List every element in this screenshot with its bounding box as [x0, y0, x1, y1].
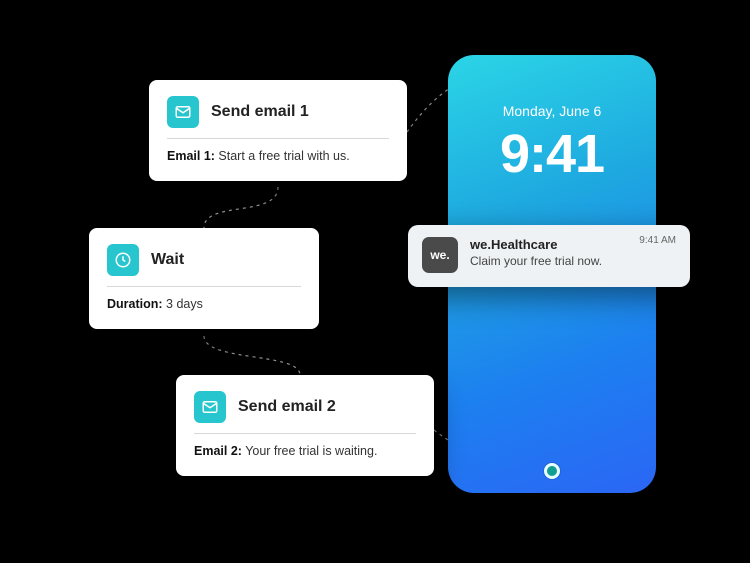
- push-notification[interactable]: we. we.Healthcare Claim your free trial …: [408, 225, 690, 287]
- notification-message: Claim your free trial now.: [470, 254, 676, 268]
- flow-card-detail: Email 1: Start a free trial with us.: [167, 149, 389, 163]
- phone-time: 9:41: [448, 123, 656, 185]
- detail-label: Email 2:: [194, 444, 242, 458]
- detail-value: Start a free trial with us.: [218, 149, 349, 163]
- flow-card-detail: Duration: 3 days: [107, 297, 301, 311]
- phone-date: Monday, June 6: [448, 103, 656, 119]
- detail-label: Email 1:: [167, 149, 215, 163]
- detail-label: Duration:: [107, 297, 163, 311]
- detail-value: Your free trial is waiting.: [245, 444, 377, 458]
- detail-value: 3 days: [166, 297, 203, 311]
- clock-icon: [107, 244, 139, 276]
- flow-card-send-email-1[interactable]: Send email 1 Email 1: Start a free trial…: [149, 80, 407, 181]
- divider: [194, 433, 416, 434]
- notification-app-icon: we.: [422, 237, 458, 273]
- divider: [167, 138, 389, 139]
- flow-card-title: Wait: [151, 251, 184, 269]
- home-indicator-icon: [544, 463, 560, 479]
- flow-card-title: Send email 1: [211, 103, 309, 121]
- flow-card-title: Send email 2: [238, 398, 336, 416]
- flow-card-detail: Email 2: Your free trial is waiting.: [194, 444, 416, 458]
- flow-card-send-email-2[interactable]: Send email 2 Email 2: Your free trial is…: [176, 375, 434, 476]
- diagram-canvas: Monday, June 6 9:41 we. we.Healthcare Cl…: [0, 0, 750, 563]
- flow-card-wait[interactable]: Wait Duration: 3 days: [89, 228, 319, 329]
- divider: [107, 286, 301, 287]
- mail-icon: [167, 96, 199, 128]
- notification-time: 9:41 AM: [639, 235, 676, 246]
- mail-icon: [194, 391, 226, 423]
